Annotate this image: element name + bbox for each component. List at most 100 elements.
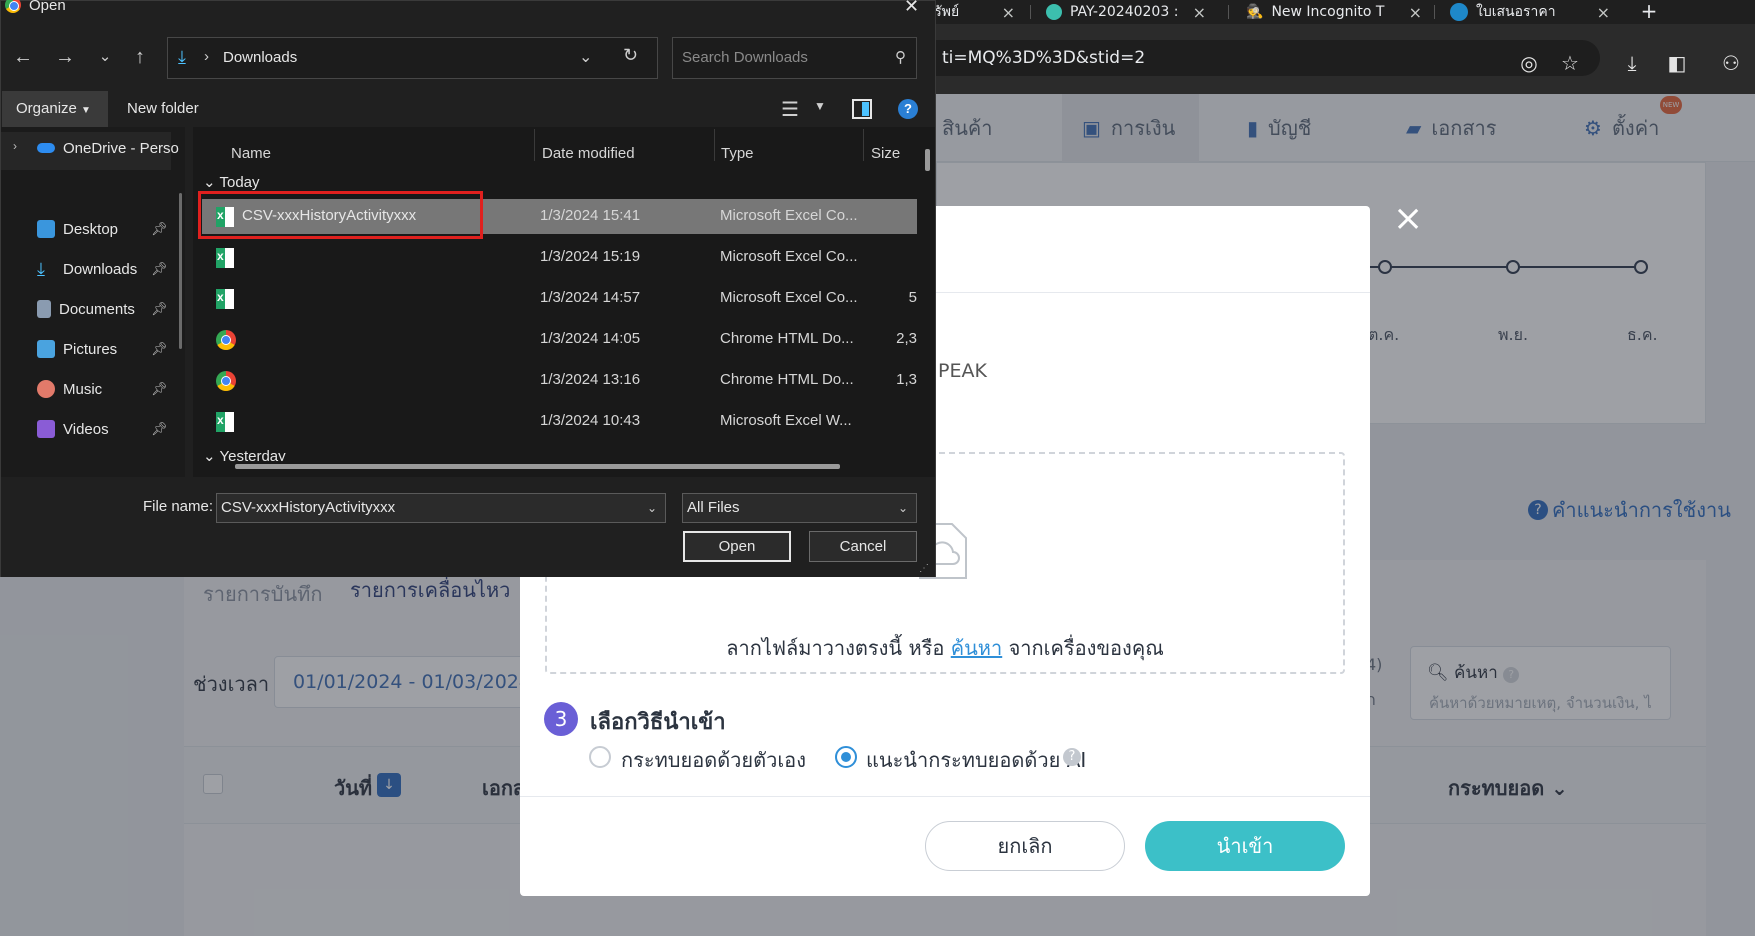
close-icon[interactable]: × [1409,3,1422,22]
dialog-footer [1,477,935,577]
pin-icon[interactable]: 📌︎ [151,381,168,397]
file-type: Microsoft Excel Co... [720,207,858,224]
tab-title: PAY-20240203 : [1070,4,1179,20]
tab-separator [1228,5,1229,19]
breadcrumb-chevron-icon: › [204,48,209,65]
import-button[interactable]: นำเข้า [1145,821,1345,871]
chevron-down-icon[interactable]: ⌄ [579,47,592,67]
tab-title: New Incognito T [1271,4,1385,20]
chevron-down-icon[interactable]: ⌄ [647,494,657,522]
file-type: Chrome HTML Do... [720,330,854,347]
star-icon[interactable]: ☆ [1558,51,1582,75]
file-row[interactable]: 1/3/2024 14:57 Microsoft Excel Co... 5 [202,281,917,316]
download-icon: ⤓ [178,47,186,67]
sidebar-item-onedrive[interactable]: OneDrive - Perso [37,136,179,160]
step-number-badge: 3 [544,702,578,736]
chevron-down-icon: ▼ [81,105,91,116]
side-panel-icon[interactable]: ◧ [1665,51,1689,75]
sidebar-scrollbar[interactable] [179,193,182,349]
close-icon[interactable]: × [1193,3,1206,22]
sidebar-item-music[interactable]: Music [37,377,102,401]
download-icon[interactable]: ⤓ [1620,51,1644,75]
command-bar: Organize ▼ New folder ☰ ▼ ? [1,91,935,127]
recent-locations-icon[interactable]: ⌄ [93,45,117,69]
browser-tab[interactable]: PAY-20240203 : × [1036,0,1216,24]
open-button[interactable]: Open [683,531,791,562]
group-header-today[interactable]: ⌄ Today [203,173,260,191]
back-arrow-icon[interactable]: ← [11,45,35,69]
column-size[interactable]: Size [871,145,900,162]
radio-ai-label[interactable]: แนะนำกระทบยอดด้วย AI [866,744,1086,776]
column-date-modified[interactable]: Date modified [542,145,635,162]
refresh-icon[interactable]: ↻ [623,45,638,66]
radio-manual-reconcile[interactable] [589,746,611,768]
incognito-profile-icon[interactable]: ⚇ [1719,51,1743,75]
chrome-icon [216,330,236,350]
file-list-horizontal-scrollbar[interactable] [235,464,840,469]
close-icon[interactable]: × [1597,3,1610,22]
browse-link[interactable]: ค้นหา [951,636,1002,660]
file-date: 1/3/2024 15:19 [540,248,641,265]
sidebar-item-documents[interactable]: Documents [37,297,135,321]
sidebar-item-desktop[interactable]: Desktop [37,217,118,241]
pin-icon[interactable]: 📌︎ [151,421,168,437]
file-size: 1,3 [896,371,917,388]
chevron-down-icon[interactable]: ▼ [814,99,826,113]
browser-tab[interactable]: 🕵 New Incognito T × [1236,0,1432,24]
file-date: 1/3/2024 14:05 [540,330,641,347]
pin-icon[interactable]: 📌︎ [151,261,168,277]
file-row[interactable]: 1/3/2024 15:19 Microsoft Excel Co... [202,240,917,275]
step-title: เลือกวิธีนำเข้า [590,710,726,735]
column-type[interactable]: Type [721,145,754,162]
sidebar-item-label: OneDrive - Perso [63,139,179,157]
organize-button[interactable]: Organize ▼ [2,91,108,127]
chevron-right-icon[interactable]: › [13,139,17,153]
file-list-scrollbar[interactable] [925,149,930,171]
details-view-icon[interactable]: ☰ [781,97,799,122]
close-icon[interactable]: × [1393,201,1423,237]
file-row[interactable]: 1/3/2024 10:43 Microsoft Excel W... [202,404,917,439]
browser-tab[interactable]: ใบเสนอราคา × [1440,0,1620,24]
cancel-button[interactable]: ยกเลิก [925,821,1125,871]
sidebar-item-downloads[interactable]: ⤓ Downloads [37,257,137,281]
eye-off-icon[interactable]: ◎ [1517,51,1541,75]
peak-text: PEAK [938,360,987,382]
forward-arrow-icon[interactable]: → [53,45,77,69]
preview-pane-icon[interactable] [852,99,872,119]
close-icon[interactable]: × [1002,3,1015,22]
dialog-cancel-button[interactable]: Cancel [809,531,917,562]
file-type: Microsoft Excel W... [720,412,852,429]
chevron-down-icon: ⌄ [897,501,908,515]
column-name[interactable]: Name [231,145,271,162]
file-name-input[interactable]: CSV-xxxHistoryActivityxxx ⌄ [216,493,666,523]
new-folder-button[interactable]: New folder [127,91,199,127]
radio-ai-reconcile[interactable] [835,746,857,768]
sidebar-item-label: Desktop [63,220,119,238]
file-type: Microsoft Excel Co... [720,289,858,306]
pin-icon[interactable]: 📌︎ [151,221,168,237]
sidebar-item-videos[interactable]: Videos [37,417,109,441]
radio-manual-label[interactable]: กระทบยอดด้วยตัวเอง [621,744,806,776]
sidebar-item-pictures[interactable]: Pictures [37,337,117,361]
file-type-select[interactable]: All Files ⌄ [682,493,917,523]
address-bar[interactable]: ti=MQ%3D%3D&stid=2 [900,40,1600,76]
peak-favicon-icon [1450,3,1468,21]
question-icon[interactable]: ? [1063,748,1081,766]
excel-icon [216,289,234,309]
tab-separator [1030,5,1031,19]
pin-icon[interactable]: 📌︎ [151,301,168,317]
group-header-yesterday[interactable]: ⌄ Yesterday [203,447,286,461]
file-row[interactable]: 1/3/2024 13:16 Chrome HTML Do... 1,3 [202,363,917,398]
resize-grip-icon[interactable]: ⋰ [919,563,929,574]
dialog-search-input[interactable]: Search Downloads ⚲ [672,37,917,79]
help-icon[interactable]: ? [898,99,918,119]
up-arrow-icon[interactable]: ↑ [128,45,152,69]
new-tab-button[interactable]: + [1637,0,1661,24]
close-icon[interactable]: ✕ [904,0,919,17]
pin-icon[interactable]: 📌︎ [151,341,168,357]
column-divider [714,129,715,161]
dropzone-text-before: ลากไฟล์มาวางตรงนี้ หรือ [726,636,951,660]
group-label: Yesterday [219,448,286,461]
file-row[interactable]: 1/3/2024 14:05 Chrome HTML Do... 2,3 [202,322,917,357]
breadcrumb-downloads[interactable]: Downloads [223,49,297,66]
